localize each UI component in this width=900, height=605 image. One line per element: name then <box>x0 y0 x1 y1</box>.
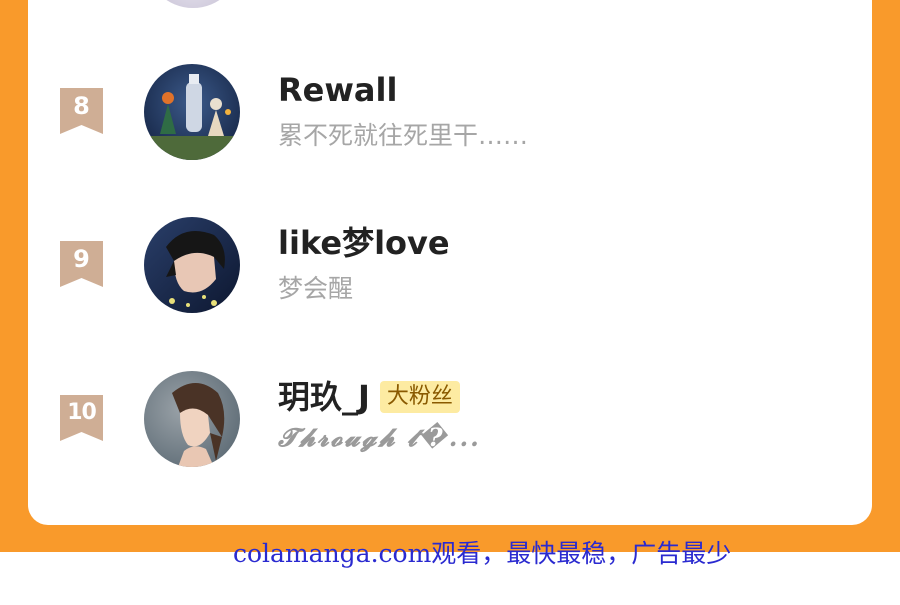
rank-number: 10 <box>67 400 97 425</box>
username[interactable]: 玥玖_J <box>278 377 370 417</box>
ranking-row-10[interactable]: 10 玥玖_J 大粉丝 𝓣𝓱𝓻𝓸𝓾𝓰𝓱 𝓽�... <box>28 371 872 501</box>
avatar-anime-boy-icon[interactable] <box>144 217 240 313</box>
rank-number: 9 <box>73 245 90 273</box>
fan-ranking-card: 8 Rewall 累不死就往死里干…… 9 like梦love 梦会醒 10 玥… <box>28 0 872 525</box>
rank-badge: 10 <box>60 395 103 441</box>
avatar-girl-portrait-icon[interactable] <box>144 371 240 467</box>
name-line: Rewall <box>278 70 397 110</box>
name-line: like梦love <box>278 223 450 263</box>
rank-badge: 9 <box>60 241 103 287</box>
rank-number: 8 <box>73 92 90 120</box>
user-signature: 累不死就往死里干…… <box>278 121 529 150</box>
ranking-row-9[interactable]: 9 like梦love 梦会醒 <box>28 217 872 347</box>
user-signature: 𝓣𝓱𝓻𝓸𝓾𝓰𝓱 𝓽�... <box>278 423 481 452</box>
rank-badge: 8 <box>60 88 103 134</box>
name-line: 玥玖_J 大粉丝 <box>278 377 460 417</box>
site-watermark: colamanga.com观看，最快最稳，广告最少 <box>233 539 732 568</box>
user-signature: 梦会醒 <box>278 274 354 303</box>
avatar-sky-game-characters-icon[interactable] <box>144 64 240 160</box>
big-fan-badge: 大粉丝 <box>379 381 460 413</box>
ranking-row-8[interactable]: 8 Rewall 累不死就往死里干…… <box>28 64 872 194</box>
username[interactable]: Rewall <box>278 70 397 110</box>
username[interactable]: like梦love <box>278 223 450 263</box>
previous-avatar-partial <box>145 0 241 8</box>
